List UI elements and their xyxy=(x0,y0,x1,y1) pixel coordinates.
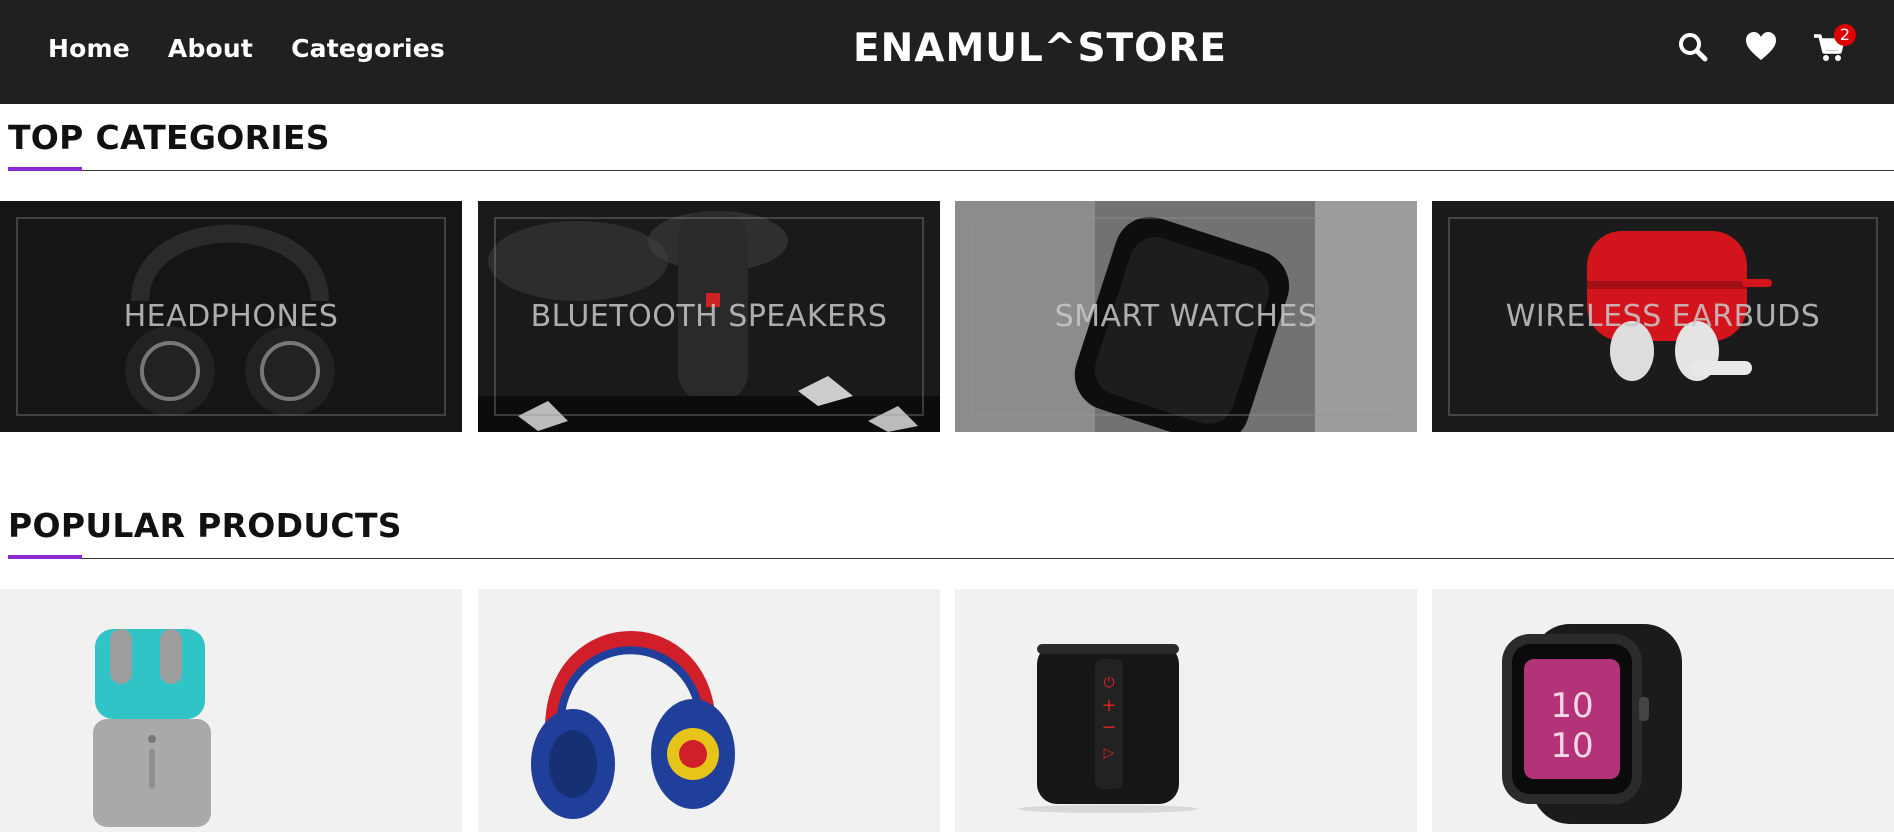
search-icon[interactable] xyxy=(1676,30,1710,64)
top-categories-heading: TOP CATEGORIES xyxy=(8,118,330,157)
section-divider xyxy=(8,170,1894,171)
product-earbuds-image xyxy=(93,629,211,827)
svg-text:▷: ▷ xyxy=(1104,745,1115,761)
section-accent-bar xyxy=(8,167,82,171)
category-label: WIRELESS EARBUDS xyxy=(1505,299,1821,334)
header-actions: 2 xyxy=(1676,24,1856,64)
top-navbar: Home About Categories ENAMUL^STORE 2 xyxy=(0,0,1894,104)
product-speaker-image: ⏻ + − ▷ xyxy=(1018,644,1198,813)
cart-count-badge: 2 xyxy=(1834,24,1856,46)
category-grid: HEADPHONES BLUETOOTH SPEAKERS SMART WATC… xyxy=(0,201,1894,432)
product-card-headphones[interactable] xyxy=(478,589,940,832)
svg-text:10: 10 xyxy=(1550,686,1593,726)
section-divider xyxy=(8,558,1894,559)
svg-text:−: − xyxy=(1101,717,1116,738)
product-card-earbuds[interactable] xyxy=(0,589,462,832)
heart-icon[interactable] xyxy=(1744,30,1778,64)
category-label: BLUETOOTH SPEAKERS xyxy=(530,299,888,334)
product-card-smartwatch[interactable]: 10 10 xyxy=(1432,589,1894,832)
product-smartwatch-image: 10 10 xyxy=(1502,624,1682,824)
category-card-headphones[interactable]: HEADPHONES xyxy=(0,201,462,432)
cart-icon[interactable]: 2 xyxy=(1812,24,1856,64)
svg-text:+: + xyxy=(1101,695,1116,716)
brand-logo[interactable]: ENAMUL^STORE xyxy=(0,26,1894,71)
category-card-smart-watches[interactable]: SMART WATCHES xyxy=(955,201,1417,432)
popular-products-heading: POPULAR PRODUCTS xyxy=(8,506,402,545)
category-card-bluetooth-speakers[interactable]: BLUETOOTH SPEAKERS xyxy=(478,201,940,432)
product-grid: ⏻ + − ▷ 10 10 xyxy=(0,589,1894,832)
section-accent-bar xyxy=(8,555,82,559)
product-card-speaker[interactable]: ⏻ + − ▷ xyxy=(955,589,1417,832)
category-card-wireless-earbuds[interactable]: WIRELESS EARBUDS xyxy=(1432,201,1894,432)
svg-text:⏻: ⏻ xyxy=(1103,675,1114,691)
category-label: SMART WATCHES xyxy=(1054,299,1318,334)
svg-text:10: 10 xyxy=(1550,726,1593,766)
category-label: HEADPHONES xyxy=(123,299,339,334)
product-headphones-image xyxy=(531,631,735,819)
